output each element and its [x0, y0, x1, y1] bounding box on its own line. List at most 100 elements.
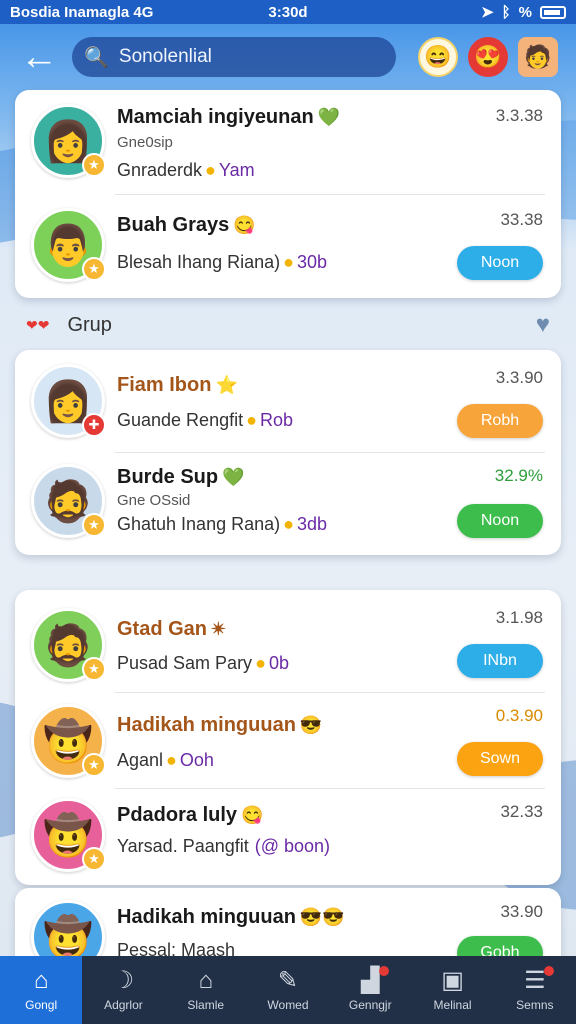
nav-item-3[interactable]: ⌂ Slamle	[165, 956, 247, 1024]
timestamp: 33.90	[500, 902, 543, 921]
avatar: 🧔 ★	[31, 464, 106, 538]
message-tag: 0b	[268, 653, 289, 673]
message-preview: Guande Rengfit	[117, 410, 244, 430]
hearts-icon: ❤❤	[26, 316, 50, 333]
coin-badge-icon: ★	[82, 513, 106, 537]
action-button[interactable]: Robh	[457, 404, 543, 438]
message-tag: Yam	[218, 160, 255, 180]
contact-name: Mamciah ingiyeunan	[117, 106, 314, 128]
nav-item-7[interactable]: ☰ Semns	[494, 956, 576, 1024]
back-arrow-icon[interactable]: ←	[18, 36, 60, 78]
action-button[interactable]: Noon	[457, 504, 543, 538]
message-preview: Aganl	[117, 750, 164, 770]
avatar: 🤠 ★	[31, 704, 106, 778]
nav-item-5[interactable]: ▟ Genngjr	[329, 956, 411, 1024]
emoji-icon: 😎😎	[299, 907, 345, 927]
nav-label: Semns	[516, 998, 554, 1012]
coin-icon: ●	[283, 252, 294, 272]
coin-icon: ●	[255, 653, 266, 673]
message-preview: Gnraderdk	[117, 160, 203, 180]
timestamp: 32.33	[500, 802, 543, 821]
message-tag: Rob	[259, 410, 293, 430]
timestamp: 3.3.38	[495, 106, 543, 125]
chart-icon: ▟	[361, 967, 380, 994]
emoji-icon: 😋	[241, 805, 264, 825]
list-item[interactable]: 👨 ★ Buah Grays 😋 Blesah Ihang Riana) ● 30b 3…	[15, 194, 561, 298]
emoji-icon: 💚	[317, 107, 341, 127]
timestamp: 32.9%	[494, 466, 543, 485]
section-header: ❤❤ Grup ♥	[26, 310, 550, 340]
avatar: 🤠 ★	[31, 798, 106, 872]
list-item[interactable]: 🤠 ★ Hadikah minguuan 😎 Aganl ● Ooh 0.3.90 So…	[15, 692, 561, 788]
timestamp: 3.3.90	[495, 368, 543, 387]
coin-badge-icon: ★	[82, 847, 106, 871]
menu-icon: ☰	[524, 967, 546, 994]
notification-dot	[379, 966, 390, 976]
nav-item-4[interactable]: ✎ Womed	[247, 956, 329, 1024]
moon-icon: ☽	[112, 967, 135, 994]
notification-icon[interactable]: 😍	[468, 37, 508, 77]
chat-card: 👩 ✚ Fiam Ibon ⭐ Guande Rengfit ● Rob 3.3.90 …	[15, 350, 561, 555]
coin-icon: ●	[166, 750, 177, 770]
heart-icon[interactable]: ♥	[536, 311, 550, 339]
coin-icon: ●	[205, 160, 216, 180]
home-icon: ⌂	[33, 967, 49, 994]
message-preview: Pusad Sam Pary	[117, 653, 253, 673]
action-button[interactable]: Sown	[457, 742, 543, 776]
coin-icon: ●	[246, 410, 257, 430]
nav-label: Gongl	[25, 998, 58, 1012]
nav-label: Melinal	[433, 998, 472, 1012]
chat-card: 🧔 ★ Gtad Gan ✴ Pusad Sam Pary ● 0b 3.1.98 IN…	[15, 590, 561, 885]
avatar: 👩 ✚	[31, 364, 106, 438]
section-title: Grup	[67, 313, 112, 336]
house-icon: ⌂	[198, 967, 213, 994]
list-item[interactable]: 🧔 ★ Burde Sup 💚 Gne OSsid Ghatuh Inang Ran…	[15, 452, 561, 555]
message-preview: Blesah Ihang Riana)	[117, 252, 281, 272]
chat-card: 👩 ★ Mamciah ingiyeunan 💚 Gne0sip Gnraderdk…	[15, 90, 561, 298]
percent-label: %	[518, 3, 532, 21]
message-tag: Ooh	[179, 750, 214, 770]
list-item[interactable]: 👩 ★ Mamciah ingiyeunan 💚 Gne0sip Gnraderdk…	[15, 90, 561, 194]
contact-name: Gtad Gan	[117, 618, 208, 640]
emoji-icon: ⭐	[215, 375, 238, 395]
nav-item-6[interactable]: ▣ Melinal	[411, 956, 493, 1024]
search-input[interactable]: 🔍 Sonolenlial	[72, 37, 396, 77]
contact-name: Hadikah minguuan	[117, 906, 296, 928]
list-item[interactable]: 🤠 ★ Pdadora luly 😋 Yarsad. Paangfit (@ boon…	[15, 788, 561, 885]
timestamp: 3.1.98	[495, 608, 543, 627]
message-tag: 30b	[296, 252, 328, 272]
nav-item-2[interactable]: ☽ Adgrlor	[82, 956, 164, 1024]
coin-icon: ●	[283, 514, 294, 534]
action-button[interactable]: Noon	[457, 246, 543, 280]
emoji-icon: ✴	[211, 619, 227, 639]
notification-dot	[543, 966, 554, 976]
carrier-label: Bosdia Inamagla 4G	[10, 3, 154, 21]
message-icon: ▣	[441, 967, 464, 994]
emoji-face-icon[interactable]: 😄	[418, 37, 458, 77]
nav-item-home[interactable]: ⌂ Gongl	[0, 956, 83, 1024]
header: ← 🔍 Sonolenlial 😄 😍 🧑	[0, 28, 576, 86]
list-item[interactable]: 👩 ✚ Fiam Ibon ⭐ Guande Rengfit ● Rob 3.3.90 …	[15, 350, 561, 452]
contact-name: Fiam Ibon	[117, 374, 212, 396]
message-tag: (@ boon)	[254, 836, 331, 856]
search-icon: 🔍	[84, 46, 109, 69]
list-item[interactable]: 🧔 ★ Gtad Gan ✴ Pusad Sam Pary ● 0b 3.1.98 IN…	[15, 590, 561, 692]
location-icon: ➤	[481, 4, 494, 21]
avatar[interactable]: 🧑	[518, 37, 558, 77]
contact-name: Burde Sup	[117, 466, 219, 488]
message-preview: Yarsad. Paangfit	[117, 836, 249, 856]
badge-icon: ✚	[82, 413, 106, 437]
avatar: 🧔 ★	[31, 608, 106, 682]
coin-badge-icon: ★	[82, 153, 106, 177]
contact-name: Pdadora luly	[117, 804, 238, 826]
message-preview: Ghatuh Inang Rana)	[117, 514, 281, 534]
action-button[interactable]: INbn	[457, 644, 543, 678]
timestamp: 33.38	[500, 210, 543, 229]
bottom-navigation: ⌂ Gongl ☽ Adgrlor ⌂ Slamle ✎ Womed ▟ Gen…	[0, 956, 576, 1024]
search-value: Sonolenlial	[118, 46, 212, 67]
message-tag: 3db	[297, 514, 328, 534]
emoji-icon: 😋	[233, 215, 256, 235]
edit-icon: ✎	[277, 967, 299, 994]
nav-label: Genngjr	[348, 998, 392, 1012]
avatar: 👩 ★	[31, 104, 106, 178]
